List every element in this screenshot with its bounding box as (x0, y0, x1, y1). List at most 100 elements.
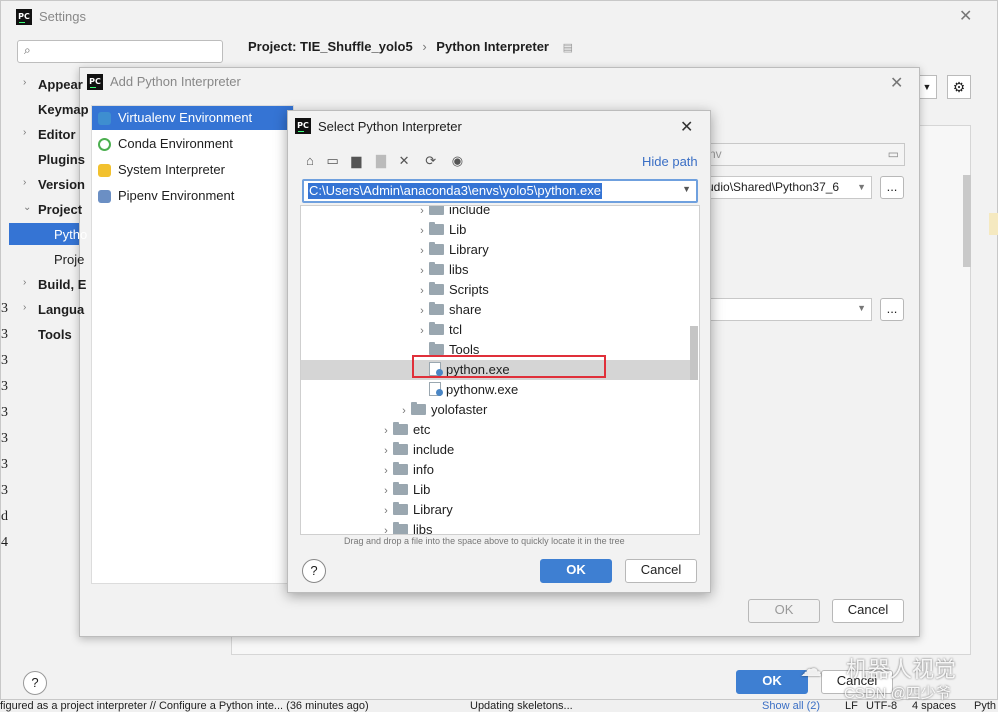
tree-scrollbar[interactable] (690, 326, 698, 380)
settings-tree-item[interactable]: Version (38, 177, 85, 192)
path-input[interactable]: C:\Users\Admin\anaconda3\envs\yolo5\pyth… (302, 179, 698, 203)
tree-folder-row[interactable]: › Lib (415, 220, 466, 240)
chevron-right-icon[interactable]: › (379, 421, 393, 441)
reset-icon[interactable]: ▤ (563, 42, 573, 54)
tree-folder-row[interactable]: › libs (415, 260, 469, 280)
desktop-icon[interactable]: ▭ (326, 153, 338, 168)
settings-tree-item[interactable]: Editor (38, 127, 76, 142)
left-edge-fragment: d (1, 509, 8, 524)
add-dialog-close-icon[interactable]: ✕ (890, 73, 903, 93)
settings-tree-item[interactable]: Build, E (38, 277, 86, 292)
chevron-right-icon[interactable]: › (415, 221, 429, 241)
add-dialog-ok-button[interactable]: OK (748, 599, 820, 623)
tree-folder-row[interactable]: › include (415, 206, 490, 221)
partial-path-field-1[interactable]: nv ▭ (700, 143, 905, 166)
chevron-right-icon[interactable]: › (379, 441, 393, 461)
env-item-label: System Interpreter (118, 162, 225, 177)
delete-icon[interactable]: ✕ (399, 153, 410, 168)
chevron-right-icon[interactable]: › (379, 521, 393, 534)
settings-tree-item[interactable]: Proje (54, 252, 84, 267)
tree-folder-row[interactable]: › tcl (415, 320, 462, 340)
chevron-right-icon[interactable]: › (379, 481, 393, 501)
new-folder-icon[interactable]: ▇ (376, 153, 386, 168)
browse-button[interactable]: ... (880, 176, 904, 199)
pycharm-logo-icon: PC (295, 118, 311, 134)
home-icon[interactable]: ⌂ (306, 153, 314, 168)
hide-path-link[interactable]: Hide path (642, 154, 698, 169)
tree-file-row[interactable]: pythonw.exe (415, 380, 518, 400)
tree-folder-row[interactable]: › info (379, 460, 434, 480)
tree-folder-row[interactable]: › yolofaster (397, 400, 487, 420)
env-item[interactable]: Virtualenv Environment (92, 106, 293, 130)
chevron-right-icon[interactable]: › (415, 281, 429, 301)
tree-folder-row[interactable]: › libs (379, 520, 433, 534)
env-item[interactable]: System Interpreter (92, 158, 293, 182)
settings-tree-item[interactable]: Project (38, 202, 82, 217)
pycharm-logo-icon: PC (16, 9, 32, 25)
settings-help-button[interactable]: ? (23, 671, 47, 695)
tree-folder-row[interactable]: › share (415, 300, 482, 320)
select-dialog-close-icon[interactable]: ✕ (680, 117, 693, 137)
env-item[interactable]: Conda Environment (92, 132, 293, 156)
chevron-right-icon[interactable]: › (415, 321, 429, 341)
dropdown-arrow-icon[interactable]: ▼ (857, 177, 866, 198)
path-history-dropdown-icon[interactable]: ▼ (682, 184, 691, 194)
interpreter-dropdown-arrow-icon[interactable]: ▼ (917, 75, 937, 99)
settings-tree-item[interactable]: Tools (38, 327, 72, 342)
tree-item-label: tcl (449, 322, 462, 337)
chevron-right-icon[interactable]: › (23, 277, 26, 288)
project-folder-icon[interactable]: ▆ (351, 153, 361, 168)
partial-dropdown-field[interactable]: ▼ (700, 298, 872, 321)
breadcrumb-chevron-icon: › (422, 39, 427, 54)
tree-item-label: yolofaster (431, 402, 488, 417)
add-dialog-cancel-button[interactable]: Cancel (832, 599, 904, 623)
select-dialog-cancel-button[interactable]: Cancel (625, 559, 697, 583)
settings-ok-button[interactable]: OK (736, 670, 808, 694)
python-file-icon (429, 382, 443, 396)
chevron-right-icon[interactable]: › (23, 177, 26, 188)
chevron-right-icon[interactable]: › (415, 301, 429, 321)
show-hidden-icon[interactable]: ◉ (452, 153, 463, 168)
dropdown-arrow-icon[interactable]: ▼ (857, 303, 866, 313)
tree-folder-row[interactable]: › Lib (379, 480, 430, 500)
chevron-right-icon[interactable]: › (415, 206, 429, 221)
tree-folder-row[interactable]: › Scripts (415, 280, 489, 300)
settings-close-icon[interactable]: ✕ (959, 6, 972, 26)
browse-button-2[interactable]: ... (880, 298, 904, 321)
chevron-right-icon[interactable]: › (23, 127, 26, 138)
settings-tree-item[interactable]: Langua (38, 302, 84, 317)
chevron-right-icon[interactable]: › (415, 261, 429, 281)
breadcrumb-project[interactable]: Project: TIE_Shuffle_yolo5 (248, 39, 413, 54)
select-dialog-ok-button[interactable]: OK (540, 559, 612, 583)
interpreter-settings-gear-icon[interactable]: ⚙ (947, 75, 971, 99)
chevron-right-icon[interactable]: › (415, 241, 429, 261)
settings-tree-item[interactable]: Keymap (38, 102, 89, 117)
tree-folder-row[interactable]: › include (379, 440, 454, 460)
settings-tree-item[interactable]: Appear (38, 77, 83, 92)
package-scrollbar[interactable] (963, 175, 971, 267)
settings-tree-item[interactable]: Plugins (38, 152, 85, 167)
chevron-right-icon[interactable]: › (379, 501, 393, 521)
chevron-down-icon[interactable]: ⌄ (23, 202, 31, 213)
chevron-right-icon[interactable]: › (397, 401, 411, 421)
folder-icon (393, 482, 408, 495)
chevron-right-icon[interactable]: › (23, 77, 26, 88)
tree-folder-row[interactable]: › Library (415, 240, 489, 260)
chevron-right-icon[interactable]: › (379, 461, 393, 481)
selected-row-marker (989, 213, 998, 235)
settings-search-input[interactable]: ⌕ (17, 40, 223, 63)
pipenv-icon (98, 190, 111, 203)
refresh-icon[interactable]: ⟳ (425, 153, 436, 168)
env-item[interactable]: Pipenv Environment (92, 184, 293, 208)
chevron-right-icon[interactable]: › (23, 302, 26, 313)
partial-path-field-2[interactable]: udio\Shared\Python37_6 ▼ (700, 176, 872, 199)
tree-folder-row[interactable]: › etc (379, 420, 430, 440)
highlight-box (412, 355, 606, 378)
tree-item-label: include (413, 442, 455, 457)
tree-folder-row[interactable]: › Library (379, 500, 453, 520)
left-edge-fragment: 3 (1, 327, 8, 342)
settings-tree-item[interactable]: Pytho (54, 227, 87, 242)
select-dialog-help-button[interactable]: ? (302, 559, 326, 583)
left-edge-fragment: 3 (1, 405, 8, 420)
folder-icon[interactable]: ▭ (888, 144, 899, 165)
